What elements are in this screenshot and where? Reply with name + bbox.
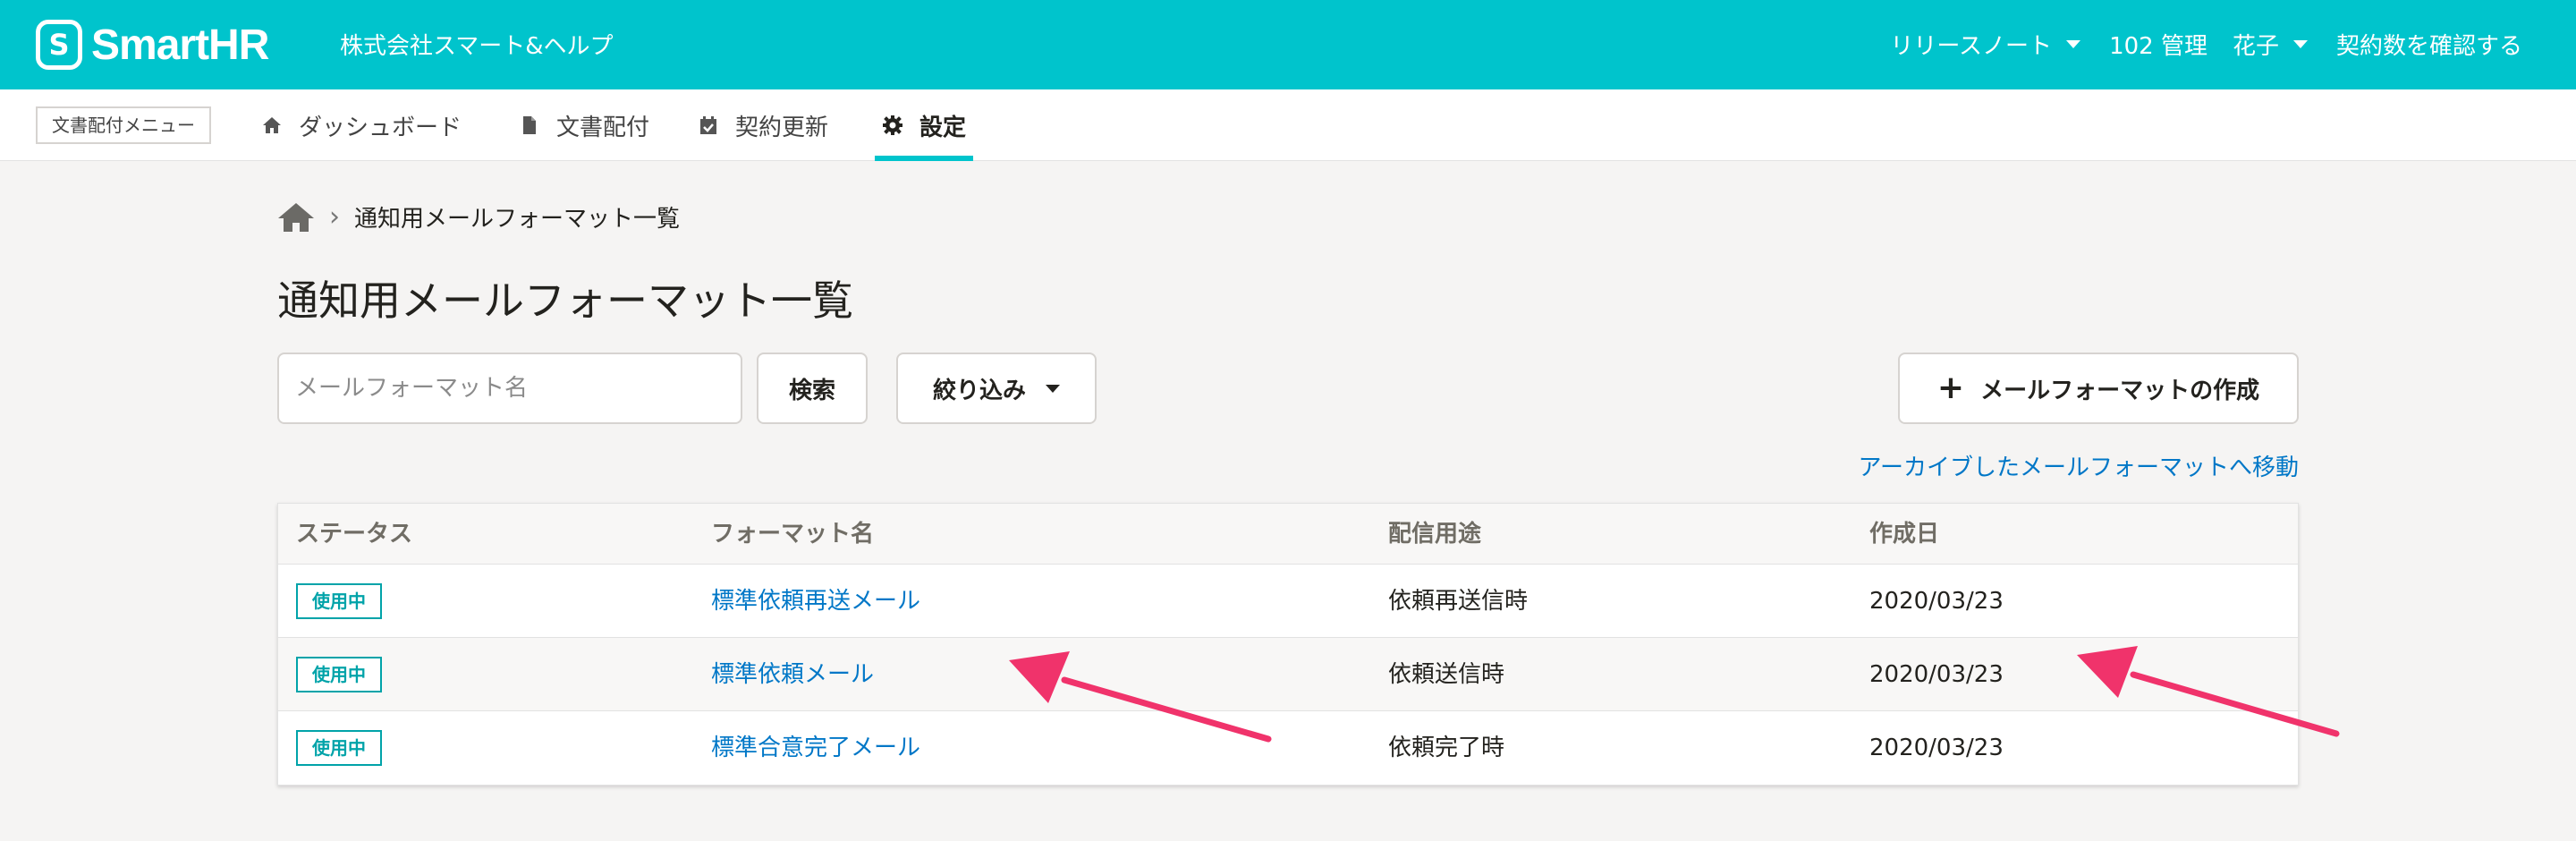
page-title: 通知用メールフォーマット一覧 [277, 276, 853, 325]
tab-label: 文書配付 [556, 114, 650, 141]
format-name-link[interactable]: 標準合意完了メール [711, 711, 920, 785]
column-header-name: フォーマット名 [711, 521, 875, 548]
calendar-check-icon [700, 116, 716, 134]
smarthr-logo[interactable]: S SmartHR [36, 20, 269, 70]
tab-label: 契約更新 [735, 114, 829, 141]
release-notes-label: リリースノート [1890, 33, 2053, 60]
breadcrumb-current: 通知用メールフォーマット一覧 [354, 206, 681, 233]
search-button[interactable]: 検索 [757, 353, 868, 424]
created-date-cell: 2020/03/23 [1869, 661, 2004, 688]
chevron-down-icon [2292, 40, 2308, 48]
create-format-button[interactable]: + メールフォーマットの作成 [1898, 353, 2299, 424]
table-row: 使用中 標準合意完了メール 依頼完了時 2020/03/23 [278, 711, 2298, 785]
search-input[interactable] [277, 353, 742, 424]
status-badge: 使用中 [296, 657, 382, 692]
chevron-down-icon [1046, 384, 1060, 393]
filter-button-label: 絞り込み [932, 377, 1026, 404]
status-badge: 使用中 [296, 583, 382, 619]
menu-label: 文書配付メニュー [36, 106, 211, 144]
chevron-down-icon [2066, 40, 2081, 48]
user-id-role: 102 管理 [2109, 33, 2207, 60]
usage-cell: 依頼完了時 [1388, 735, 1505, 761]
created-date-cell: 2020/03/23 [1869, 588, 2004, 615]
home-icon [263, 117, 281, 133]
home-icon[interactable] [277, 201, 315, 234]
gear-icon [883, 115, 902, 135]
release-notes-dropdown[interactable]: リリースノート [1890, 28, 2081, 61]
logo-mark-icon: S [36, 20, 82, 70]
filter-dropdown-button[interactable]: 絞り込み [896, 353, 1097, 424]
logo-text: SmartHR [91, 21, 269, 69]
usage-cell: 依頼再送信時 [1388, 588, 1529, 615]
header-right-menu: リリースノート 102 管理 花子 契約数を確認する [1861, 28, 2522, 61]
archive-formats-link[interactable]: アーカイブしたメールフォーマットへ移動 [1859, 449, 2299, 482]
table-header: ステータス フォーマット名 配信用途 作成日 [278, 504, 2298, 565]
created-date-cell: 2020/03/23 [1869, 735, 2004, 761]
column-header-usage: 配信用途 [1388, 521, 1482, 548]
tab-dashboard[interactable]: ダッシュボード [261, 89, 462, 161]
document-icon [523, 116, 536, 134]
company-name: 株式会社スマート&ヘルプ [340, 33, 614, 60]
chevron-right-icon: › [329, 201, 340, 233]
status-badge: 使用中 [296, 730, 382, 766]
tab-settings[interactable]: 設定 [874, 89, 974, 161]
create-button-label: メールフォーマットの作成 [1980, 377, 2260, 404]
column-header-created: 作成日 [1869, 521, 1940, 548]
column-header-status: ステータス [296, 521, 413, 548]
user-name: 花子 [2232, 33, 2279, 60]
format-table: ステータス フォーマット名 配信用途 作成日 使用中 標準依頼再送メール 依頼再… [277, 503, 2299, 786]
tab-label: 設定 [919, 114, 967, 141]
user-menu[interactable]: 102 管理 花子 [2109, 28, 2308, 61]
table-row: 使用中 標準依頼再送メール 依頼再送信時 2020/03/23 [278, 565, 2298, 638]
breadcrumb: › 通知用メールフォーマット一覧 [277, 200, 680, 234]
usage-cell: 依頼送信時 [1388, 661, 1505, 688]
table-row: 使用中 標準依頼メール 依頼送信時 2020/03/23 [278, 638, 2298, 711]
search-button-label: 検索 [788, 377, 835, 404]
format-name-link[interactable]: 標準依頼再送メール [711, 565, 920, 638]
app-nav-bar: 文書配付メニュー ダッシュボード 文書配付 契約更新 設定 [0, 89, 2576, 161]
contract-count-link[interactable]: 契約数を確認する [2336, 28, 2522, 61]
plus-icon: + [1936, 370, 1965, 406]
format-name-link[interactable]: 標準依頼メール [711, 638, 874, 711]
tab-contract-renewal[interactable]: 契約更新 [698, 89, 828, 161]
tab-label: ダッシュボード [299, 114, 462, 141]
top-header: S SmartHR 株式会社スマート&ヘルプ リリースノート 102 管理 花子… [0, 0, 2576, 89]
tab-document-distribution[interactable]: 文書配付 [519, 89, 649, 161]
